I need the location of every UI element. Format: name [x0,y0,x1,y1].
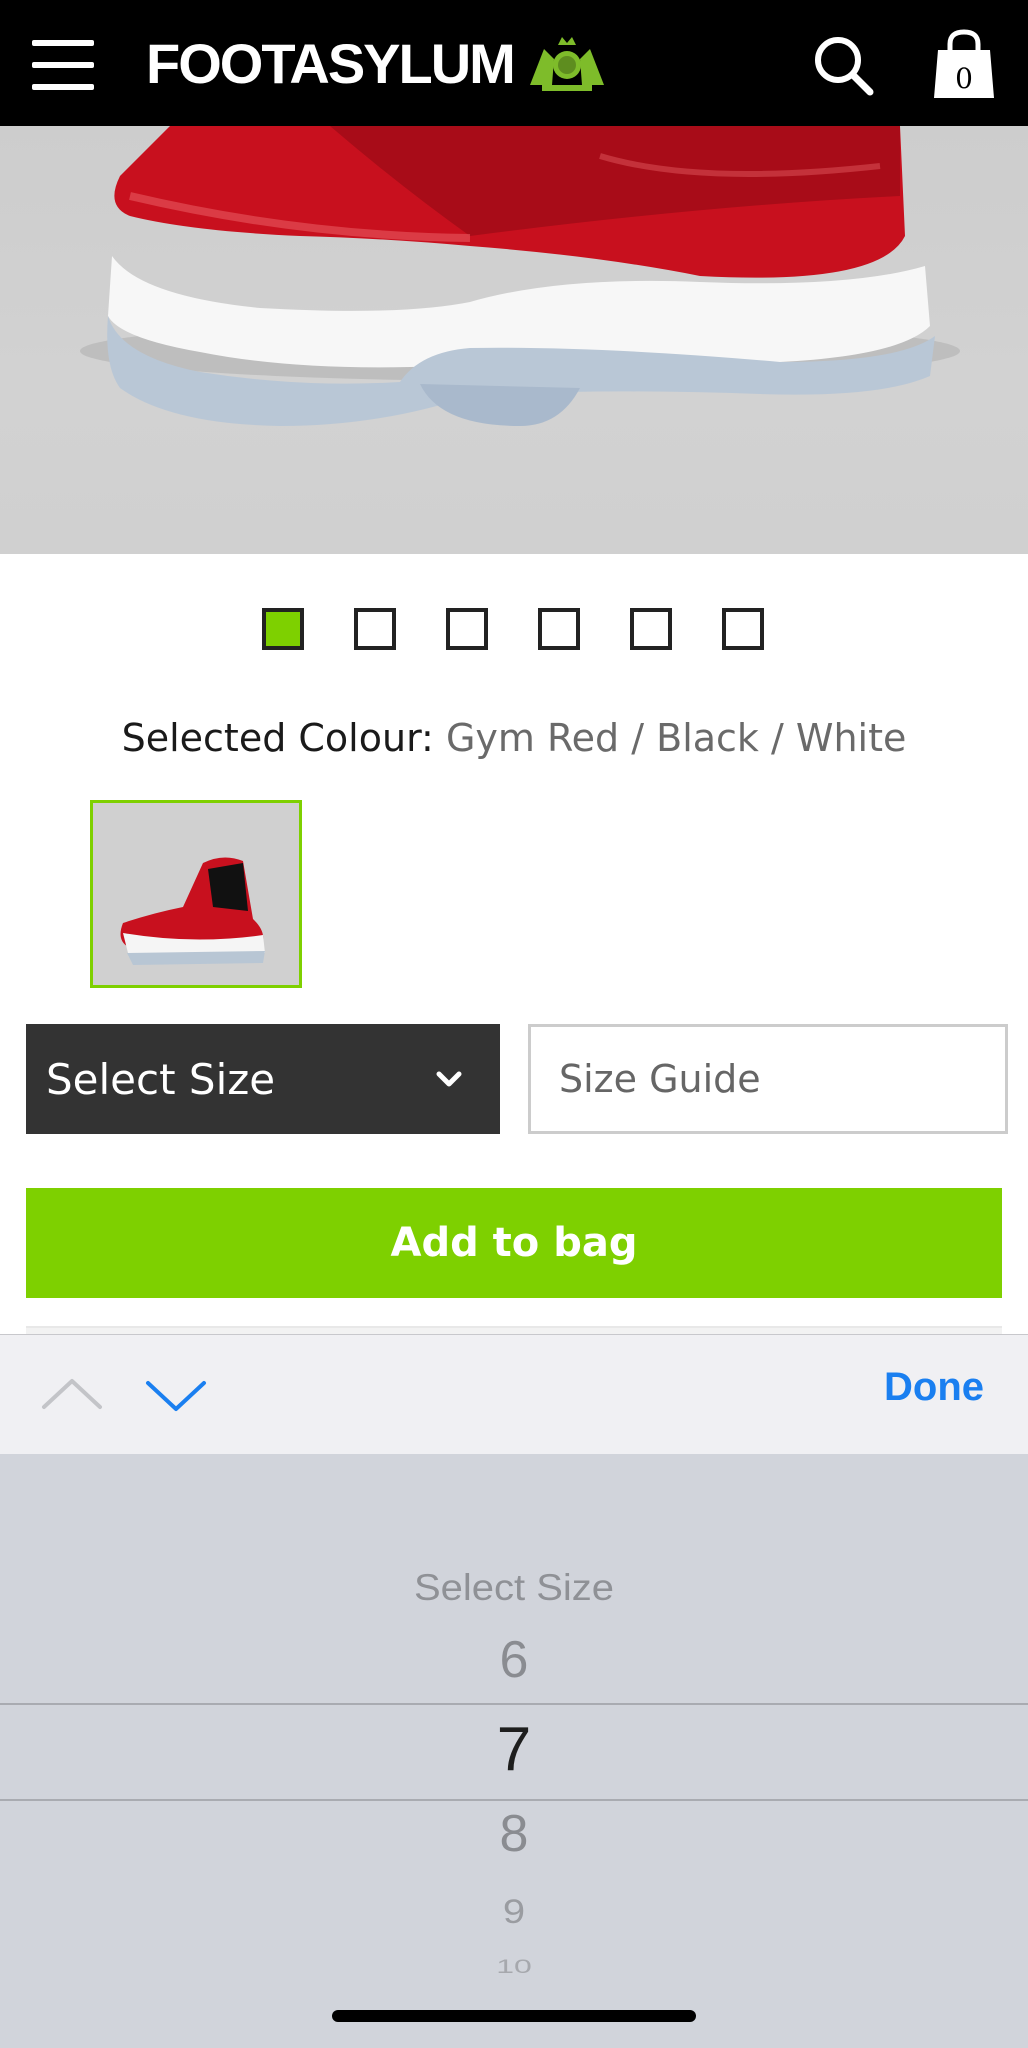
size-guide-button[interactable]: Size Guide [528,1024,1008,1134]
crest-icon [529,37,604,91]
picker-option[interactable]: 6 [0,1630,1028,1690]
bag-count-badge: 0 [955,62,973,95]
size-guide-label: Size Guide [559,1057,761,1101]
carousel-dot[interactable] [262,608,304,650]
carousel-dot[interactable] [630,608,672,650]
hamburger-menu-icon[interactable] [32,40,94,90]
picker-selection-bottom-line [0,1799,1028,1801]
selected-colour-value: Gym Red / Black / White [445,716,907,760]
selected-colour-label: Selected Colour: [121,716,434,760]
colour-swatch[interactable] [90,800,302,988]
keyboard-accessory-bar: Done [0,1334,1028,1454]
footasylum-logo[interactable]: FOOTASYLUM [146,28,612,98]
image-carousel-indicators [262,608,764,650]
product-image[interactable] [0,126,1028,554]
chevron-down-icon[interactable] [144,1371,208,1419]
selected-colour: Selected Colour: Gym Red / Black / White [0,716,1028,760]
shopping-bag-icon[interactable]: 0 [932,28,996,100]
size-select-dropdown[interactable]: Select Size [26,1024,500,1134]
sneaker-illustration [80,126,960,426]
chevron-up-icon[interactable] [40,1371,104,1419]
picker-option[interactable]: 8 [0,1804,1028,1864]
add-to-bag-label: Add to bag [390,1220,638,1266]
add-to-bag-button[interactable]: Add to bag [26,1188,1002,1298]
site-header: FOOTASYLUM 0 [0,0,1028,126]
carousel-dot[interactable] [538,608,580,650]
carousel-dot[interactable] [722,608,764,650]
picker-option[interactable]: 9 [0,1893,1028,1931]
size-picker-wheel[interactable]: Select Size 6 7 8 9 10 [0,1454,1028,2048]
picker-option[interactable]: Select Size [0,1568,1028,1609]
done-button[interactable]: Done [884,1365,984,1410]
size-select-label: Select Size [46,1054,276,1104]
carousel-dot[interactable] [446,608,488,650]
logo-text: FOOTASYLUM [146,31,516,95]
search-icon[interactable] [810,32,876,98]
picker-option[interactable]: 10 [0,1955,1028,1977]
picker-option-selected[interactable]: 7 [0,1714,1028,1785]
carousel-dot[interactable] [354,608,396,650]
picker-selection-top-line [0,1703,1028,1705]
chevron-down-icon [436,1071,462,1087]
home-indicator[interactable] [332,2010,696,2022]
